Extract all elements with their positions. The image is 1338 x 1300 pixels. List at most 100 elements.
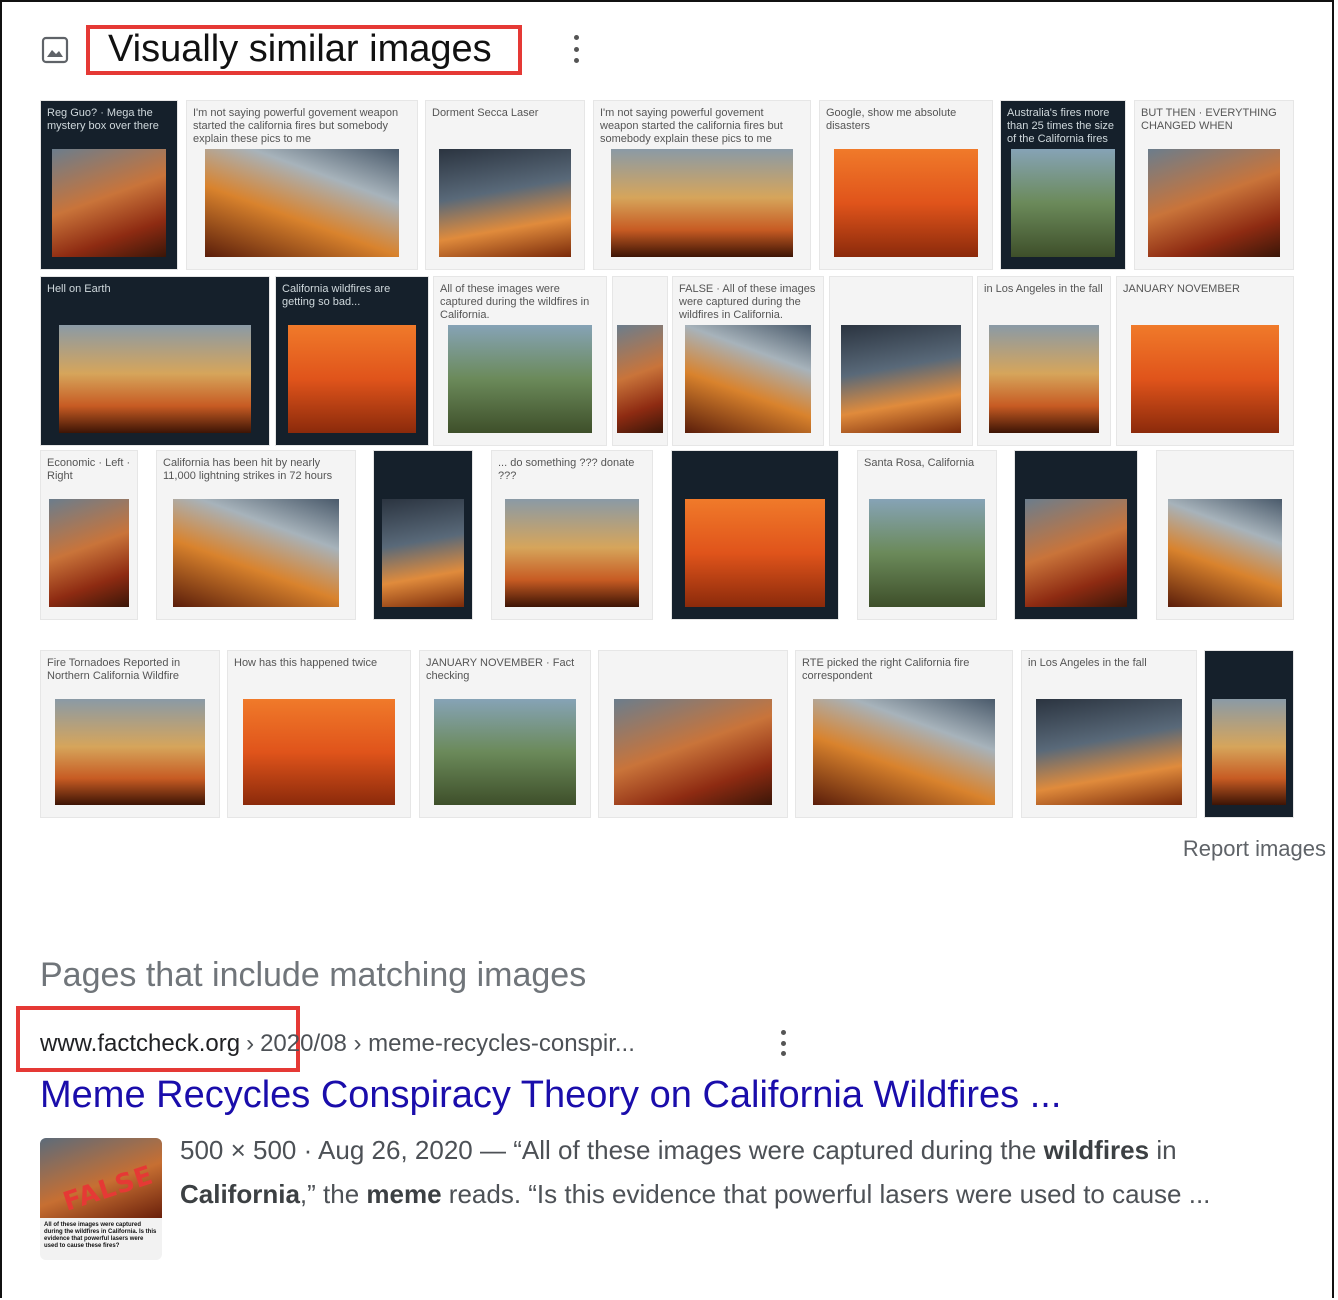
tile-image	[617, 325, 663, 433]
tile-caption: JANUARY NOVEMBER	[1123, 283, 1240, 295]
similar-image-tile[interactable]: I'm not saying powerful govement weapon …	[593, 100, 811, 270]
tile-image	[1131, 325, 1279, 433]
snippet-text-3: ,” the	[299, 1179, 367, 1209]
similar-image-tile[interactable]: in Los Angeles in the fall	[1021, 650, 1197, 818]
report-images-link[interactable]: Report images	[1183, 836, 1326, 862]
result-options-icon[interactable]	[776, 1030, 790, 1056]
section-header: Visually similar images	[40, 18, 522, 82]
similar-image-tile[interactable]: All of these images were captured during…	[433, 276, 607, 446]
similar-image-tile[interactable]: Dorment Secca Laser	[425, 100, 585, 270]
image-icon	[40, 35, 70, 65]
tile-image	[1212, 699, 1286, 805]
tile-caption: Reg Guo? · Mega the mystery box over the…	[47, 107, 159, 132]
image-grid: Reg Guo? · Mega the mystery box over the…	[40, 100, 1294, 820]
tile-caption: Australia's fires more than 25 times the…	[1007, 107, 1115, 145]
similar-image-tile[interactable]: JANUARY NOVEMBER	[1116, 276, 1294, 446]
more-options-icon[interactable]	[568, 35, 584, 63]
snippet-text-2: in	[1149, 1135, 1177, 1165]
tile-caption: FALSE · All of these images were capture…	[679, 283, 816, 321]
section-title: Visually similar images	[108, 27, 492, 70]
similar-image-tile[interactable]	[598, 650, 788, 818]
tile-image	[59, 325, 251, 433]
tile-image	[685, 325, 811, 433]
tile-caption: JANUARY NOVEMBER · Fact checking	[426, 657, 575, 682]
tile-caption: All of these images were captured during…	[440, 283, 590, 321]
similar-image-tile[interactable]: I'm not saying powerful govement weapon …	[186, 100, 418, 270]
similar-image-tile[interactable]: California wildfires are getting so bad.…	[275, 276, 429, 446]
tile-caption: ... do something ??? donate ???	[498, 457, 635, 482]
tile-image	[172, 499, 340, 607]
similar-image-tile[interactable]: Hell on Earth	[40, 276, 270, 446]
tile-caption: California wildfires are getting so bad.…	[282, 283, 391, 308]
similar-image-tile[interactable]: in Los Angeles in the fall	[977, 276, 1111, 446]
tile-image	[381, 499, 465, 607]
title-highlight: Visually similar images	[86, 25, 522, 75]
snippet-text-1: “All of these images were captured durin…	[513, 1135, 1044, 1165]
similar-image-tile[interactable]: Economic · Left · Right	[40, 450, 138, 620]
tile-image	[438, 149, 572, 257]
similar-image-tile[interactable]	[829, 276, 973, 446]
tile-caption: in Los Angeles in the fall	[984, 283, 1103, 295]
tile-image	[611, 149, 793, 257]
similar-image-tile[interactable]	[671, 450, 839, 620]
breadcrumb: www.factcheck.org › 2020/08 › meme-recyc…	[40, 1024, 635, 1064]
breadcrumb-path: 2020/08 › meme-recycles-conspir...	[260, 1030, 635, 1057]
similar-image-tile[interactable]: BUT THEN · EVERYTHING CHANGED WHEN	[1134, 100, 1294, 270]
tile-caption: Santa Rosa, California	[864, 457, 975, 469]
tile-image	[988, 325, 1100, 433]
tile-caption: Fire Tornadoes Reported in Northern Cali…	[47, 657, 181, 682]
snippet-bold-1: wildfires	[1043, 1135, 1150, 1165]
similar-image-tile[interactable]: Fire Tornadoes Reported in Northern Cali…	[40, 650, 220, 818]
tile-caption: I'm not saying powerful govement weapon …	[193, 107, 399, 145]
snippet-bold-2: California	[180, 1179, 300, 1209]
tile-image	[1167, 499, 1283, 607]
tile-image	[1147, 149, 1281, 257]
similar-image-tile[interactable]: How has this happened twice	[227, 650, 411, 818]
tile-image	[55, 699, 205, 805]
tile-image	[813, 699, 995, 805]
tile-caption: RTE picked the right California fire cor…	[802, 657, 970, 682]
tile-image	[433, 699, 577, 805]
tile-image	[685, 499, 825, 607]
tile-caption: Hell on Earth	[47, 283, 111, 295]
similar-image-tile[interactable]	[1156, 450, 1294, 620]
tile-image	[51, 149, 167, 257]
tile-image	[1024, 499, 1128, 607]
similar-image-tile[interactable]: Reg Guo? · Mega the mystery box over the…	[40, 100, 178, 270]
result-title-link[interactable]: Meme Recycles Conspiracy Theory on Calif…	[40, 1074, 1061, 1117]
tile-image	[242, 699, 396, 805]
similar-image-tile[interactable]: FALSE · All of these images were capture…	[672, 276, 824, 446]
tile-caption: in Los Angeles in the fall	[1028, 657, 1147, 669]
snippet-meta: 500 × 500 · Aug 26, 2020 —	[180, 1135, 506, 1165]
tile-image	[288, 325, 416, 433]
tile-caption: Dorment Secca Laser	[432, 107, 539, 119]
tile-image	[1010, 149, 1116, 257]
similar-image-tile[interactable]: Santa Rosa, California	[857, 450, 997, 620]
similar-image-tile[interactable]	[373, 450, 473, 620]
thumbnail-caption: All of these images were captured during…	[44, 1222, 157, 1249]
snippet-text-4: reads. “Is this evidence that powerful l…	[441, 1179, 1211, 1209]
similar-image-tile[interactable]: JANUARY NOVEMBER · Fact checking	[419, 650, 591, 818]
similar-image-tile[interactable]	[1014, 450, 1138, 620]
result-thumbnail[interactable]: FALSE All of these images were captured …	[40, 1138, 162, 1260]
breadcrumb-site[interactable]: www.factcheck.org	[40, 1030, 240, 1058]
similar-image-tile[interactable]	[1204, 650, 1294, 818]
tile-image	[869, 499, 985, 607]
tile-caption: How has this happened twice	[234, 657, 378, 669]
similar-image-tile[interactable]	[612, 276, 668, 446]
tile-caption: I'm not saying powerful govement weapon …	[600, 107, 783, 145]
similar-image-tile[interactable]: RTE picked the right California fire cor…	[795, 650, 1013, 818]
tile-image	[205, 149, 399, 257]
pages-section-title: Pages that include matching images	[40, 956, 587, 994]
tile-caption: California has been hit by nearly 11,000…	[163, 457, 333, 482]
tile-image	[614, 699, 772, 805]
tile-caption: BUT THEN · EVERYTHING CHANGED WHEN	[1141, 107, 1277, 132]
similar-image-tile[interactable]: Australia's fires more than 25 times the…	[1000, 100, 1126, 270]
tile-image	[833, 149, 979, 257]
snippet-bold-3: meme	[366, 1179, 442, 1209]
similar-image-tile[interactable]: California has been hit by nearly 11,000…	[156, 450, 356, 620]
result-snippet: 500 × 500 · Aug 26, 2020 — “All of these…	[180, 1128, 1240, 1216]
similar-image-tile[interactable]: Google, show me absolute disasters	[819, 100, 993, 270]
similar-image-tile[interactable]: ... do something ??? donate ???	[491, 450, 653, 620]
tile-image	[48, 499, 130, 607]
